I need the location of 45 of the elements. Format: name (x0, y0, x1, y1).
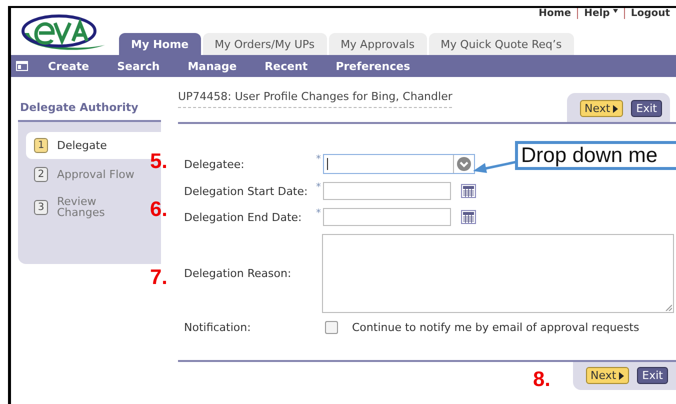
step-annotation: 8. (533, 368, 551, 392)
checkbox[interactable] (325, 321, 338, 334)
caret-icon (612, 9, 618, 13)
tab[interactable]: My Home (119, 33, 201, 55)
menu-item[interactable]: Create (48, 60, 90, 72)
checkbox-label: Continue to notify me by email of approval requests (352, 321, 640, 334)
page-title: UP74458: User Profile Changes for Bing, Chandler (178, 90, 452, 108)
field-label: Delegation End Date: (184, 210, 303, 224)
tab[interactable]: My Approvals (328, 33, 427, 55)
step-annotation: 6. (150, 198, 168, 222)
next-button[interactable]: Next (580, 100, 624, 117)
top-link[interactable]: Logout (624, 8, 676, 19)
next-button[interactable]: Next (586, 367, 630, 384)
calendar-icon[interactable] (461, 210, 476, 224)
exit-button[interactable]: Exit (631, 100, 662, 117)
step-item[interactable]: 3 Review Changes (26, 190, 145, 224)
field-label: Delegatee: (184, 158, 246, 170)
menu-item[interactable]: Recent (264, 60, 308, 72)
layout-icon[interactable] (16, 61, 28, 71)
play-icon (619, 372, 624, 380)
calendar-icon[interactable] (461, 184, 476, 198)
required-mark: * (316, 208, 321, 219)
step-annotation: 7. (150, 266, 168, 290)
play-icon (613, 104, 618, 112)
callout-label: Drop down me (515, 141, 676, 170)
required-mark: * (316, 154, 321, 165)
tab[interactable]: My Orders/My UPs (202, 33, 327, 55)
menu-item[interactable]: Manage (188, 60, 237, 72)
resize-handle-icon[interactable] (665, 304, 672, 311)
menu-item[interactable]: Preferences (336, 60, 410, 72)
date-field[interactable] (323, 208, 451, 226)
chevron-down-icon[interactable] (456, 156, 472, 172)
exit-button[interactable]: Exit (637, 367, 668, 384)
text-area[interactable] (322, 234, 674, 313)
required-mark: * (316, 182, 321, 193)
date-field[interactable] (323, 182, 451, 200)
top-link[interactable]: Home (532, 8, 578, 19)
menu-item[interactable]: Search (117, 60, 160, 72)
step-item[interactable]: 2 Approval Flow (26, 161, 145, 188)
top-link[interactable]: Help (577, 8, 624, 19)
dropdown-field[interactable] (323, 154, 475, 174)
field-label: Delegation Reason: (184, 267, 292, 280)
field-label: Delegation Start Date: (184, 184, 309, 198)
tab[interactable]: My Quick Quote Req’s (428, 33, 574, 55)
field-label: Notification: (184, 321, 252, 334)
